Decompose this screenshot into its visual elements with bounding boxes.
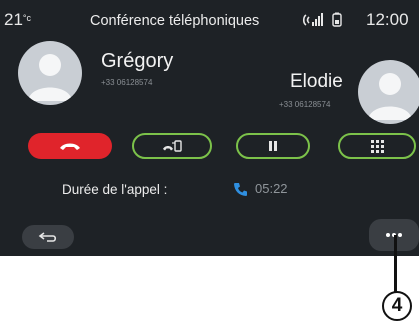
contact-avatar-gregory <box>18 41 82 105</box>
phone-screen: 21°c Conférence téléphoniques 12:00 Grég… <box>0 0 419 256</box>
pause-icon <box>269 141 277 151</box>
participant-name-1: Grégory <box>101 50 174 72</box>
phone-transfer-icon <box>163 140 182 152</box>
keypad-button[interactable] <box>338 133 416 159</box>
clock: 12:00 <box>366 10 409 29</box>
call-duration-value: 05:22 <box>255 181 288 196</box>
phone-hangup-icon <box>60 143 80 150</box>
call-duration-label: Durée de l'appel : <box>62 182 168 197</box>
phone-icon <box>233 182 248 197</box>
transfer-call-button[interactable] <box>132 133 212 159</box>
hold-button[interactable] <box>236 133 310 159</box>
contact-avatar-elodie <box>358 60 419 124</box>
callout-number: 4 <box>382 291 412 321</box>
back-button[interactable] <box>22 225 74 249</box>
temperature-unit: °c <box>22 13 32 23</box>
phone-signal-icon <box>302 13 323 26</box>
participant-name-2: Elodie <box>290 71 343 92</box>
participant-number-1: +33 06128574 <box>101 78 153 87</box>
participant-number-2: +33 06128574 <box>279 100 331 109</box>
person-icon <box>28 54 72 101</box>
keypad-icon <box>370 139 384 153</box>
screen-title: Conférence téléphoniques <box>90 13 260 29</box>
temperature-value: 21 <box>4 10 23 29</box>
temperature-readout: 21°c <box>4 10 31 30</box>
person-icon <box>368 73 412 120</box>
hang-up-button[interactable] <box>28 133 112 159</box>
back-arrow-icon <box>38 232 57 242</box>
battery-icon <box>332 12 342 27</box>
status-icons <box>302 11 368 29</box>
